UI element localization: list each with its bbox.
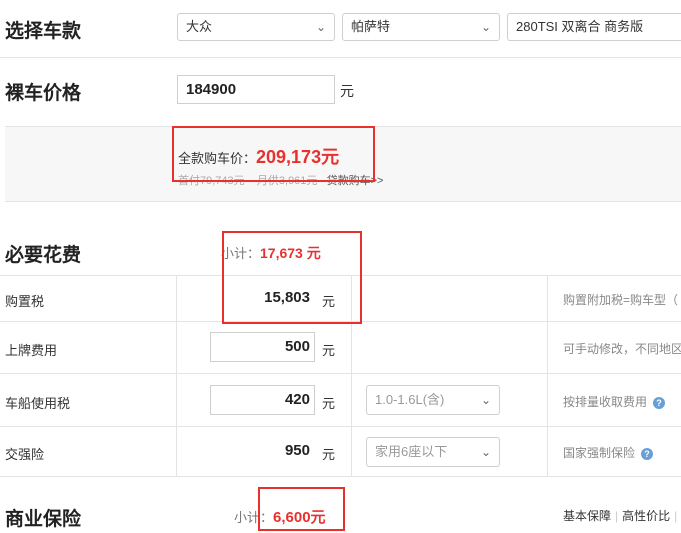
chevron-down-icon: ⌄ — [480, 445, 491, 459]
divider — [0, 476, 681, 477]
question-icon[interactable]: ? — [641, 447, 654, 460]
chevron-down-icon: ⌄ — [480, 393, 491, 407]
value-coverage-link[interactable]: 高性价比 — [622, 509, 670, 523]
highlight-box — [258, 487, 345, 531]
trim-select-value: 280TSI 双离合 商务版 — [516, 19, 644, 34]
bare-price-title: 裸车价格 — [5, 83, 82, 104]
compulsory-insurance-note-text: 国家强制保险 — [563, 446, 636, 460]
link-separator: | — [615, 509, 619, 523]
question-icon[interactable]: ? — [653, 396, 666, 409]
plate-fee-value: 500 — [284, 338, 310, 355]
compulsory-insurance-value: 950 — [284, 442, 310, 459]
plate-fee-input[interactable]: 500 — [210, 332, 315, 362]
compulsory-insurance-note: 国家强制保险? — [563, 444, 654, 461]
divider — [547, 275, 548, 476]
required-costs-title: 必要花费 — [5, 245, 82, 266]
row-label-vehicle-tax: 车船使用税 — [5, 396, 71, 411]
seat-class-select[interactable]: 家用6座以下 ⌄ — [366, 437, 500, 467]
series-select-value: 帕萨特 — [351, 19, 391, 34]
divider — [0, 426, 681, 427]
displacement-select-value: 1.0-1.6L(含) — [375, 392, 445, 407]
divider — [0, 373, 681, 374]
plate-fee-note: 可手动修改，不同地区 — [563, 342, 681, 356]
chevron-down-icon: ⌄ — [480, 20, 491, 34]
vehicle-tax-unit: 元 — [322, 396, 336, 411]
chevron-down-icon: ⌄ — [315, 20, 326, 34]
vehicle-tax-note-text: 按排量收取费用 — [563, 395, 648, 409]
compulsory-insurance-unit: 元 — [322, 447, 336, 462]
vehicle-tax-input[interactable]: 420 — [210, 385, 315, 415]
row-label-purchase-tax: 购置税 — [5, 294, 45, 309]
highlight-box — [222, 231, 362, 324]
trim-select[interactable]: 280TSI 双离合 商务版 — [507, 13, 681, 41]
vehicle-tax-note: 按排量收取费用? — [563, 393, 666, 410]
bare-price-unit: 元 — [340, 83, 354, 99]
divider — [0, 57, 681, 58]
basic-coverage-link[interactable]: 基本保障 — [563, 509, 611, 523]
row-label-compulsory-insurance: 交强险 — [5, 447, 45, 462]
divider — [176, 275, 177, 476]
select-model-title: 选择车款 — [5, 21, 82, 42]
seat-class-select-value: 家用6座以下 — [375, 444, 448, 459]
plate-fee-unit: 元 — [322, 343, 336, 358]
insurance-plan-links: 基本保障 | 高性价比 | — [563, 507, 681, 524]
brand-select-value: 大众 — [186, 19, 213, 34]
bare-price-value: 184900 — [186, 81, 237, 98]
displacement-select[interactable]: 1.0-1.6L(含) ⌄ — [366, 385, 500, 415]
bare-price-input[interactable]: 184900 — [177, 75, 335, 104]
brand-select[interactable]: 大众 ⌄ — [177, 13, 335, 41]
link-separator: | — [674, 509, 678, 523]
row-label-plate-fee: 上牌费用 — [5, 343, 58, 358]
commercial-insurance-title: 商业保险 — [5, 509, 82, 530]
purchase-tax-note: 购置附加税=购车型（ — [563, 293, 679, 307]
highlight-box — [172, 126, 375, 182]
series-select[interactable]: 帕萨特 ⌄ — [342, 13, 500, 41]
vehicle-tax-value: 420 — [284, 391, 310, 408]
